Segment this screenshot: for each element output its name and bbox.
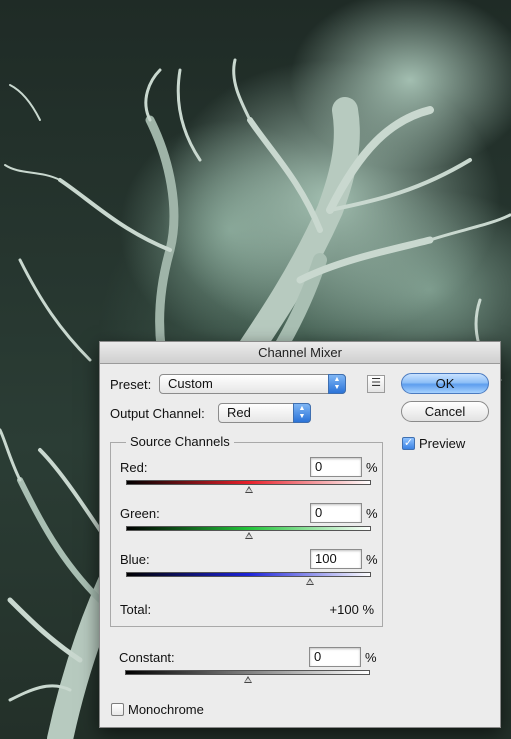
output-channel-select[interactable]: Red ▲ ▼: [218, 403, 311, 423]
green-slider-thumb[interactable]: [244, 532, 253, 539]
blue-slider-thumb[interactable]: [305, 578, 314, 585]
red-slider-track[interactable]: [126, 480, 371, 485]
constant-value-input[interactable]: 0: [309, 647, 361, 667]
select-arrows-icon: ▲ ▼: [328, 374, 346, 394]
blue-label: Blue:: [120, 552, 150, 567]
preview-label: Preview: [419, 436, 466, 451]
preset-label: Preset:: [110, 377, 152, 392]
monochrome-label: Monochrome: [128, 702, 204, 717]
channel-mixer-dialog: Channel Mixer Preset: Custom ▲ ▼ ☰ Output…: [99, 341, 501, 728]
select-arrows-icon: ▲ ▼: [293, 403, 311, 423]
preset-options-icon[interactable]: ☰: [367, 375, 385, 393]
blue-unit: %: [366, 552, 378, 567]
green-label: Green:: [120, 506, 160, 521]
constant-slider-track[interactable]: [125, 670, 370, 675]
red-unit: %: [366, 460, 378, 475]
green-unit: %: [366, 506, 378, 521]
constant-slider-thumb[interactable]: [243, 676, 252, 683]
cancel-button[interactable]: Cancel: [401, 401, 489, 422]
preview-checkbox[interactable]: ✓: [402, 437, 415, 450]
preset-select[interactable]: Custom ▲ ▼: [159, 374, 346, 394]
blue-value-input[interactable]: 100: [310, 549, 362, 569]
green-value-input[interactable]: 0: [310, 503, 362, 523]
red-label: Red:: [120, 460, 148, 475]
total-value: +100 %: [329, 602, 374, 617]
constant-label: Constant:: [119, 650, 175, 665]
output-channel-value: Red: [227, 405, 251, 420]
green-slider-track[interactable]: [126, 526, 371, 531]
constant-unit: %: [365, 650, 377, 665]
total-label: Total:: [120, 602, 152, 617]
red-slider-thumb[interactable]: [244, 486, 253, 493]
source-channels-group: Source Channels Red: 0 % Green: 0 % Blue…: [110, 434, 383, 627]
preset-value: Custom: [168, 376, 213, 391]
dialog-title[interactable]: Channel Mixer: [100, 342, 500, 364]
red-value-input[interactable]: 0: [310, 457, 362, 477]
checkmark-icon: ✓: [403, 437, 414, 449]
source-channels-title: Source Channels: [126, 434, 234, 450]
blue-slider-track[interactable]: [126, 572, 371, 577]
monochrome-checkbox[interactable]: [111, 703, 124, 716]
ok-button[interactable]: OK: [401, 373, 489, 394]
output-channel-label: Output Channel:: [110, 406, 205, 421]
